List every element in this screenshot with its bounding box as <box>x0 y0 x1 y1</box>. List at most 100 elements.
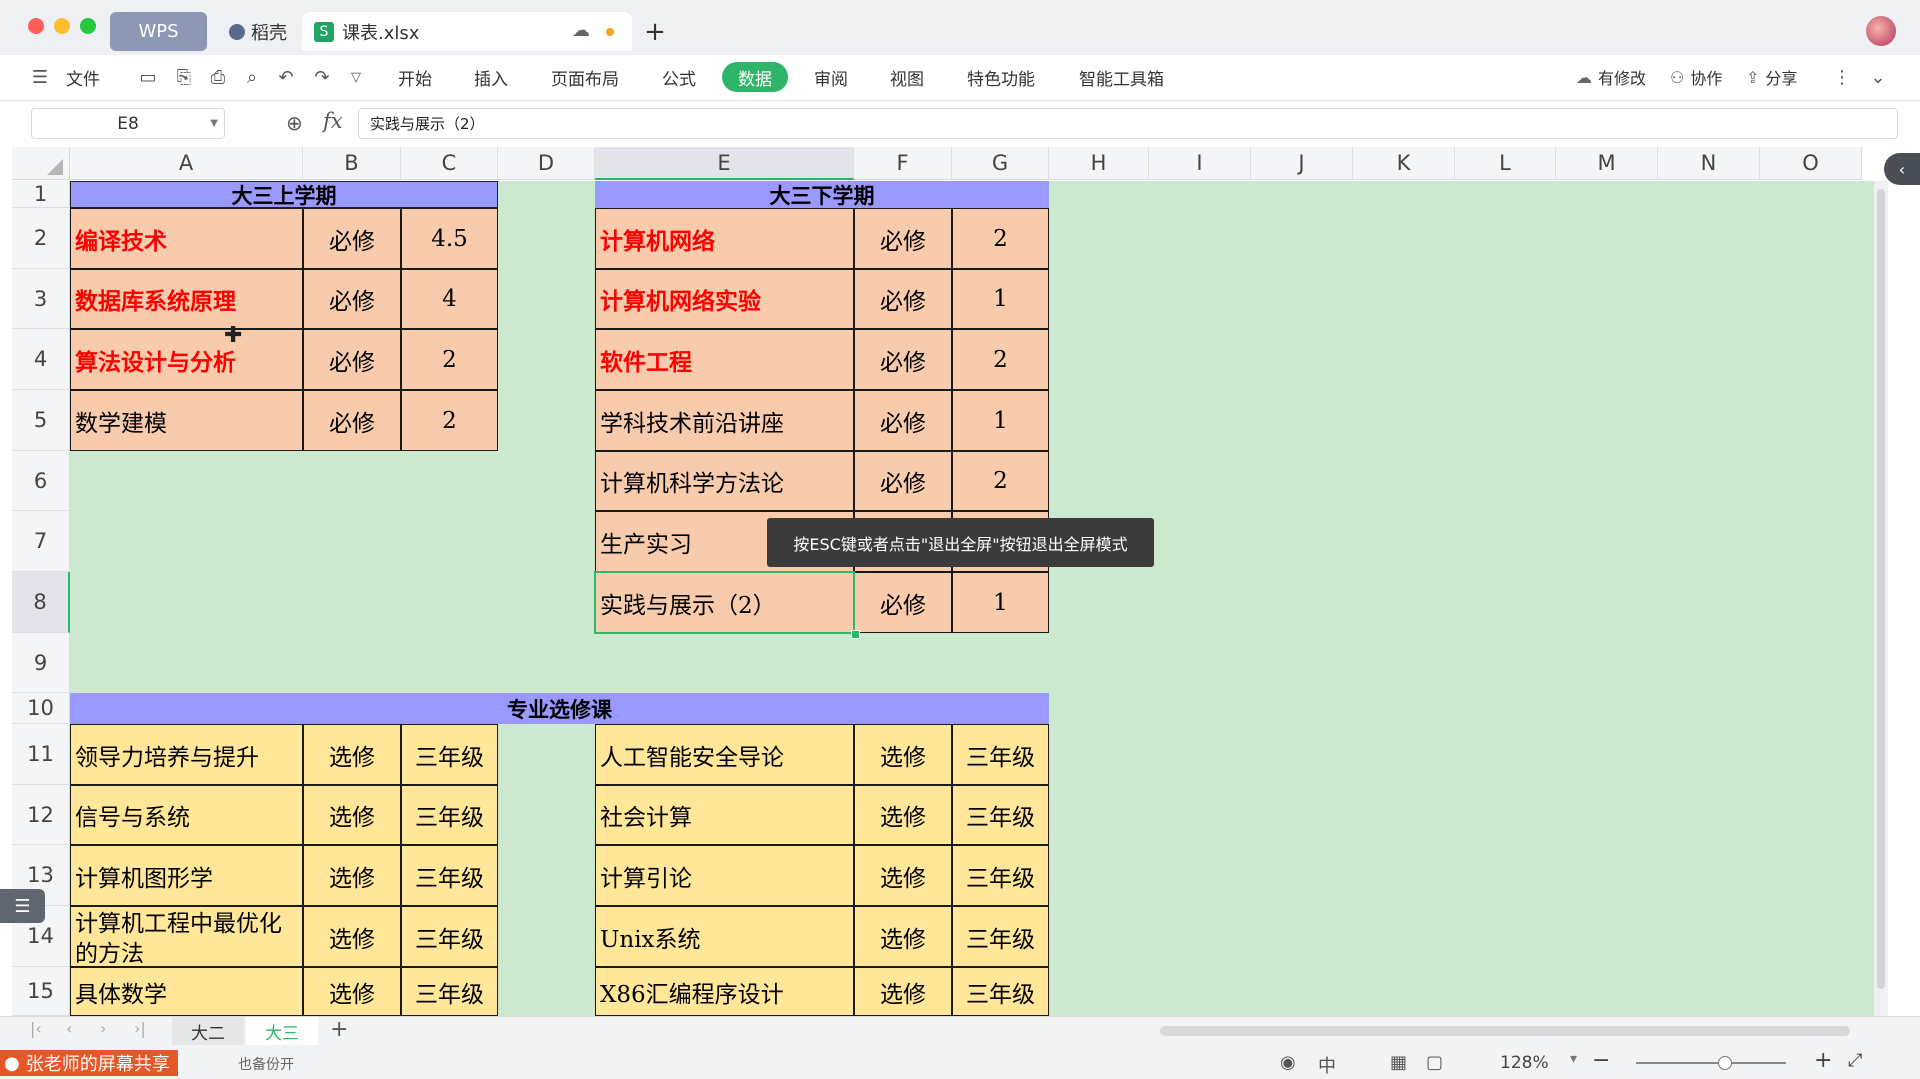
column-header-K[interactable]: K <box>1353 147 1455 180</box>
row-header-1[interactable]: 1 <box>12 181 70 208</box>
cell-F8[interactable]: 必修 <box>854 572 952 633</box>
export-pdf-icon[interactable]: ⎘ <box>172 65 196 89</box>
cell-C4[interactable]: 2 <box>401 329 498 390</box>
collapse-ribbon-icon[interactable]: ⌄ <box>1866 65 1890 89</box>
cell-F15[interactable]: 选修 <box>854 967 952 1016</box>
cell-E15[interactable]: X86汇编程序设计 <box>595 967 854 1016</box>
cell-A15[interactable]: 具体数学 <box>70 967 303 1016</box>
row-header-9[interactable]: 9 <box>12 633 70 693</box>
tab-file[interactable]: S 课表.xlsx ☁ <box>302 12 632 51</box>
tab-page-layout[interactable]: 页面布局 <box>551 55 619 99</box>
more-icon[interactable]: ⋮ <box>1830 65 1854 89</box>
tab-docer[interactable]: 稻壳 <box>216 12 300 51</box>
cell-C3[interactable]: 4 <box>401 269 498 329</box>
cell-A4[interactable]: 算法设计与分析 <box>70 329 303 390</box>
formula-input[interactable]: 实践与展示（2） <box>358 108 1898 139</box>
sheet-tab-2[interactable]: 大三 <box>246 1017 318 1045</box>
cell-E13[interactable]: 计算引论 <box>595 845 854 906</box>
cell-F4[interactable]: 必修 <box>854 329 952 390</box>
zoom-slider[interactable] <box>1636 1056 1786 1070</box>
cell-B4[interactable]: 必修 <box>303 329 401 390</box>
changes-button[interactable]: ☁ 有修改 <box>1576 55 1646 99</box>
zoom-formula-icon[interactable]: ⊕ <box>286 111 303 135</box>
cell-C13[interactable]: 三年级 <box>401 845 498 906</box>
maximize-window-button[interactable] <box>80 18 96 34</box>
cell-G8[interactable]: 1 <box>952 572 1049 633</box>
cell-G12[interactable]: 三年级 <box>952 785 1049 845</box>
column-header-M[interactable]: M <box>1556 147 1658 180</box>
column-header-L[interactable]: L <box>1455 147 1556 180</box>
cell-C14[interactable]: 三年级 <box>401 906 498 967</box>
fullscreen-icon[interactable]: ⤢ <box>1848 1050 1862 1071</box>
row-header-5[interactable]: 5 <box>12 390 70 451</box>
cell-G15[interactable]: 三年级 <box>952 967 1049 1016</box>
horizontal-scrollbar[interactable] <box>1160 1026 1850 1036</box>
eye-protection-icon[interactable]: ◉ <box>1280 1052 1296 1073</box>
column-header-N[interactable]: N <box>1658 147 1760 180</box>
column-header-D[interactable]: D <box>498 147 595 180</box>
avatar[interactable] <box>1866 16 1896 46</box>
tab-special[interactable]: 特色功能 <box>967 55 1035 99</box>
next-sheet-icon[interactable]: › <box>100 1019 106 1038</box>
cell-E5[interactable]: 学科技术前沿讲座 <box>595 390 854 451</box>
column-header-E[interactable]: E <box>595 147 854 180</box>
zoom-dropdown-icon[interactable]: ▾ <box>1570 1051 1577 1067</box>
cell-C15[interactable]: 三年级 <box>401 967 498 1016</box>
row-header-8[interactable]: 8 <box>12 572 70 633</box>
row-header-3[interactable]: 3 <box>12 269 70 329</box>
vertical-scrollbar-thumb[interactable] <box>1877 189 1885 989</box>
cell-F5[interactable]: 必修 <box>854 390 952 451</box>
floating-list-icon[interactable]: ☰ <box>0 889 45 923</box>
share-button[interactable]: ⇪ 分享 <box>1746 55 1797 99</box>
cell-E6[interactable]: 计算机科学方法论 <box>595 451 854 511</box>
cell-G13[interactable]: 三年级 <box>952 845 1049 906</box>
cell-G6[interactable]: 2 <box>952 451 1049 511</box>
redo-icon[interactable]: ↷ <box>310 65 334 89</box>
function-button[interactable]: fx <box>323 109 343 133</box>
cell-A3[interactable]: 数据库系统原理 <box>70 269 303 329</box>
cell-B2[interactable]: 必修 <box>303 208 401 269</box>
minimize-window-button[interactable] <box>54 18 70 34</box>
cell-A14[interactable]: 计算机工程中最优化的方法 <box>70 906 303 967</box>
cell-F6[interactable]: 必修 <box>854 451 952 511</box>
column-header-A[interactable]: A <box>70 147 303 180</box>
header-electives[interactable]: 专业选修课 <box>70 693 1049 724</box>
cell-E12[interactable]: 社会计算 <box>595 785 854 845</box>
menu-file[interactable]: 文件 <box>66 55 100 99</box>
cell-E4[interactable]: 软件工程 <box>595 329 854 390</box>
row-header-6[interactable]: 6 <box>12 451 70 511</box>
screen-share-badge[interactable]: ● 张老师的屏幕共享 <box>0 1050 178 1076</box>
undo-icon[interactable]: ↶ <box>274 65 298 89</box>
row-header-15[interactable]: 15 <box>12 967 70 1016</box>
cell-C2[interactable]: 4.5 <box>401 208 498 269</box>
cell-A11[interactable]: 领导力培养与提升 <box>70 724 303 785</box>
cell-F14[interactable]: 选修 <box>854 906 952 967</box>
row-header-2[interactable]: 2 <box>12 208 70 269</box>
first-sheet-icon[interactable]: |‹ <box>30 1019 42 1038</box>
row-header-7[interactable]: 7 <box>12 511 70 572</box>
cell-G5[interactable]: 1 <box>952 390 1049 451</box>
cell-G3[interactable]: 1 <box>952 269 1049 329</box>
cell-F12[interactable]: 选修 <box>854 785 952 845</box>
zoom-in-button[interactable]: + <box>1814 1048 1832 1073</box>
last-sheet-icon[interactable]: ›| <box>134 1019 146 1038</box>
cell-C5[interactable]: 2 <box>401 390 498 451</box>
cell-G14[interactable]: 三年级 <box>952 906 1049 967</box>
cell-B12[interactable]: 选修 <box>303 785 401 845</box>
zoom-out-button[interactable]: − <box>1592 1048 1610 1073</box>
select-all-corner[interactable] <box>12 147 70 180</box>
zoom-slider-thumb[interactable] <box>1718 1056 1732 1070</box>
new-tab-button[interactable]: + <box>640 12 670 51</box>
cell-G11[interactable]: 三年级 <box>952 724 1049 785</box>
prev-sheet-icon[interactable]: ‹ <box>66 1019 72 1038</box>
normal-view-icon[interactable]: ▦ <box>1390 1052 1407 1073</box>
column-header-H[interactable]: H <box>1049 147 1149 180</box>
cell-A2[interactable]: 编译技术 <box>70 208 303 269</box>
cell-B5[interactable]: 必修 <box>303 390 401 451</box>
cell-E14[interactable]: Unix系统 <box>595 906 854 967</box>
sheet-tab-1[interactable]: 大二 <box>172 1017 244 1045</box>
header-upper-semester[interactable]: 大三上学期 <box>70 181 498 208</box>
print-icon[interactable]: ⎙ <box>206 65 230 89</box>
column-header-C[interactable]: C <box>401 147 498 180</box>
cell-B15[interactable]: 选修 <box>303 967 401 1016</box>
